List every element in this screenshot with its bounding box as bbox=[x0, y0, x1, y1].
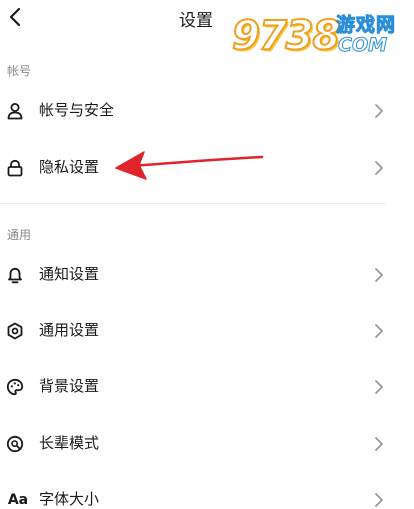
user-icon bbox=[5, 101, 25, 121]
settings-screen: 设置 9738 游戏网 COM 帐号 帐号与安全 隐私设置 通用 通知设置 通用… bbox=[0, 0, 414, 509]
site-watermark-logo: 9738 游戏网 COM bbox=[231, 6, 414, 68]
chevron-right-icon bbox=[375, 324, 383, 338]
settings-item-background[interactable]: 背景设置 bbox=[0, 367, 400, 407]
settings-item-notifications[interactable]: 通知设置 bbox=[0, 255, 400, 295]
watermark-bottom-text: COM bbox=[337, 34, 388, 57]
section-divider bbox=[0, 203, 386, 204]
gear-icon bbox=[5, 321, 25, 341]
section-label-account: 帐号 bbox=[7, 64, 32, 78]
elder-mode-icon bbox=[5, 434, 25, 454]
settings-item-account-security[interactable]: 帐号与安全 bbox=[0, 91, 400, 131]
settings-item-label: 字体大小 bbox=[39, 490, 100, 508]
chevron-right-icon bbox=[375, 380, 383, 394]
font-size-icon: Aa bbox=[5, 490, 31, 509]
settings-item-label: 帐号与安全 bbox=[39, 101, 115, 119]
settings-item-label: 隐私设置 bbox=[39, 158, 100, 176]
settings-item-label: 背景设置 bbox=[39, 377, 100, 395]
settings-item-general[interactable]: 通用设置 bbox=[0, 311, 400, 351]
annotation-arrow bbox=[115, 151, 264, 180]
settings-item-font-size[interactable]: Aa 字体大小 bbox=[0, 480, 400, 509]
chevron-right-icon bbox=[375, 268, 383, 282]
section-label-general: 通用 bbox=[7, 228, 32, 242]
chevron-right-icon bbox=[375, 493, 383, 507]
chevron-right-icon bbox=[375, 437, 383, 451]
lock-icon bbox=[5, 158, 25, 178]
palette-icon bbox=[5, 377, 25, 397]
chevron-right-icon bbox=[375, 161, 383, 175]
watermark-top-text: 游戏网 bbox=[335, 14, 397, 37]
settings-item-label: 通用设置 bbox=[39, 321, 100, 339]
bell-icon bbox=[5, 265, 25, 285]
settings-item-label: 通知设置 bbox=[39, 265, 100, 283]
settings-item-label: 长辈模式 bbox=[39, 434, 100, 452]
watermark-digits: 9738 bbox=[231, 12, 341, 60]
chevron-right-icon bbox=[375, 104, 383, 118]
font-size-icon-text: Aa bbox=[7, 492, 29, 508]
settings-item-elder-mode[interactable]: 长辈模式 bbox=[0, 424, 400, 464]
